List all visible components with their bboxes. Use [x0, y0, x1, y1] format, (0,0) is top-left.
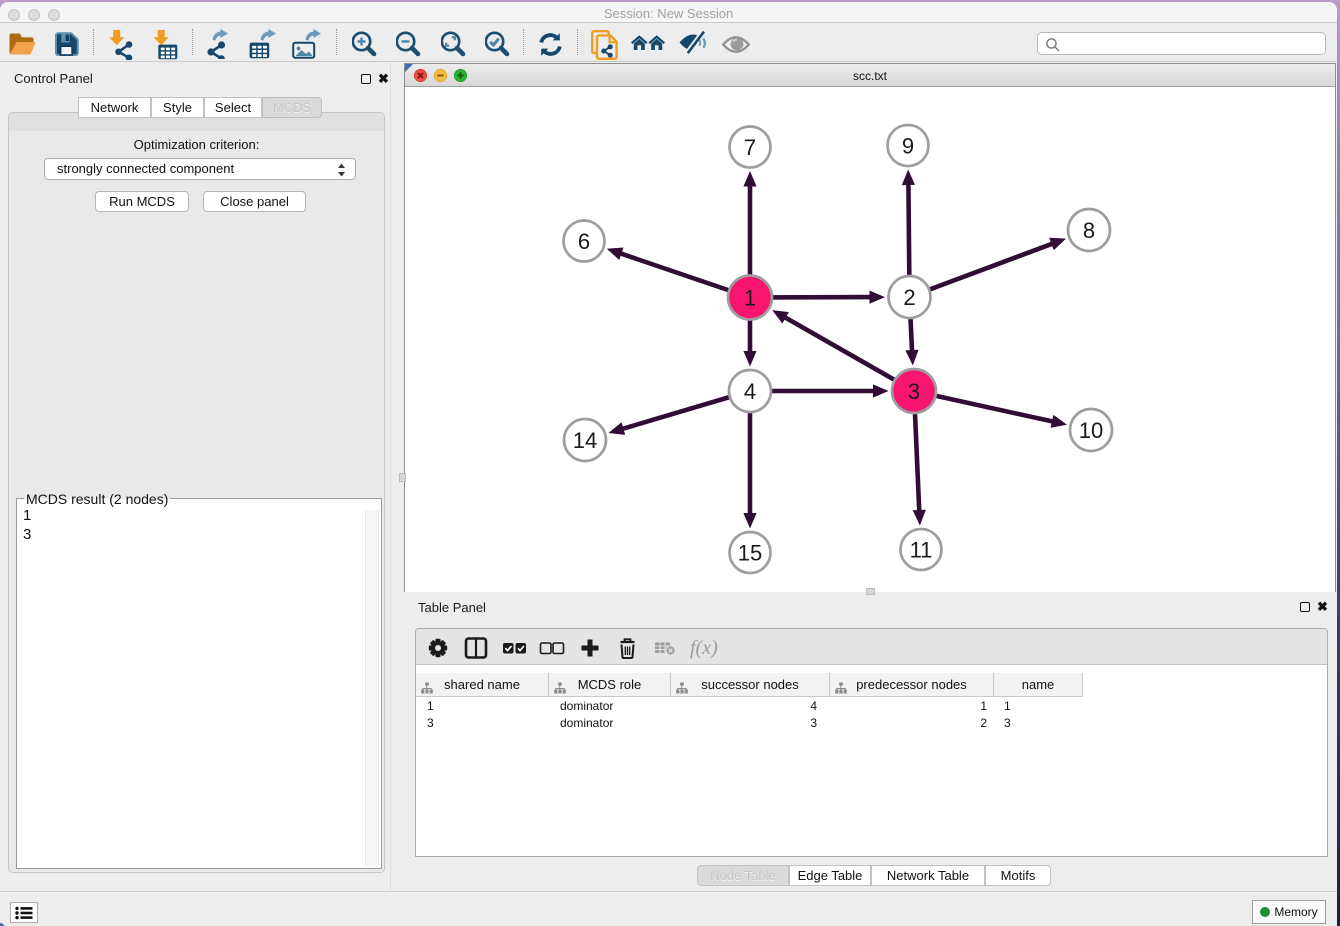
svg-text:14: 14 [573, 428, 597, 453]
svg-text:f(x): f(x) [690, 637, 718, 659]
svg-text:9: 9 [902, 133, 914, 158]
svg-text:2: 2 [903, 285, 915, 310]
svg-text:7: 7 [744, 135, 756, 160]
svg-text:10: 10 [1079, 418, 1103, 443]
svg-text:1: 1 [744, 285, 756, 310]
svg-text:3: 3 [908, 379, 920, 404]
svg-text:15: 15 [738, 540, 762, 565]
svg-text:4: 4 [744, 379, 756, 404]
svg-text:8: 8 [1083, 218, 1095, 243]
svg-text:11: 11 [910, 537, 933, 562]
svg-text:6: 6 [578, 229, 590, 254]
